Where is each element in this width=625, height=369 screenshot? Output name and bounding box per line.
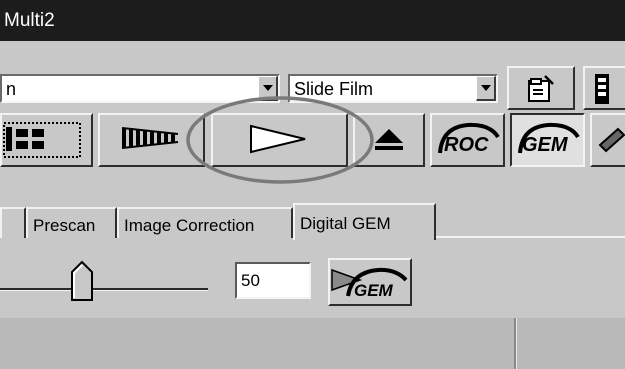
tab-baseline-right	[436, 236, 625, 238]
tab-digital-gem[interactable]: Digital GEM	[293, 203, 436, 240]
highlight-ellipse	[186, 96, 374, 184]
chevron-down-icon[interactable]	[476, 76, 496, 101]
gem-value-field[interactable]: 50	[235, 262, 311, 299]
filmstrip-button[interactable]	[583, 66, 625, 110]
bottom-panel	[0, 318, 625, 369]
settings-button[interactable]	[507, 66, 575, 110]
left-combo-value: n	[6, 79, 17, 99]
gem-slider-track-highlight	[0, 290, 208, 291]
tab-hidden-left[interactable]	[0, 207, 26, 238]
gem-slider-thumb[interactable]	[70, 260, 94, 302]
gem-icon: GEM	[518, 122, 580, 156]
extra-tool-button[interactable]	[590, 113, 625, 167]
gem-label: GEM	[522, 134, 569, 156]
tab-image-correction[interactable]: Image Correction	[117, 207, 293, 238]
gem-apply-button[interactable]: GEM	[328, 258, 412, 306]
bottom-divider-highlight	[516, 318, 517, 369]
window-title: Multi2	[4, 10, 55, 31]
gem-button[interactable]: GEM	[510, 113, 585, 167]
tab-prescan[interactable]: Prescan	[26, 207, 117, 238]
gem-apply-icon: GEM	[331, 267, 408, 300]
roc-icon: ROC	[438, 122, 500, 156]
settings-icon	[528, 75, 554, 102]
title-bar	[0, 0, 625, 41]
filmstrip-icon	[595, 74, 609, 104]
roc-button[interactable]: ROC	[430, 113, 505, 167]
gem-apply-label: GEM	[354, 281, 394, 300]
roc-label: ROC	[444, 134, 489, 156]
frame-select-button[interactable]	[0, 113, 93, 167]
frame-select-icon	[3, 122, 81, 158]
pen-tool-icon	[598, 127, 625, 153]
